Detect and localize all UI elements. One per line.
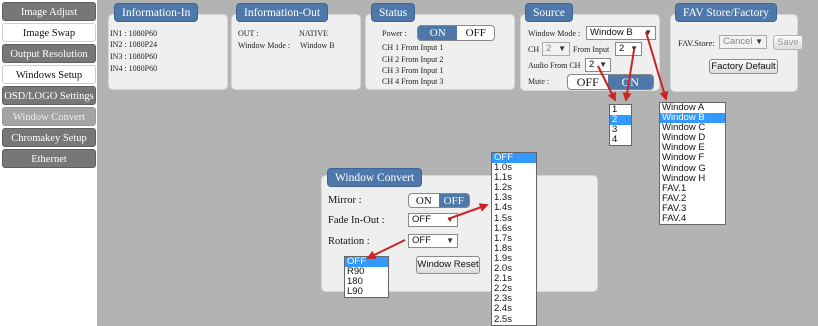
source-window-mode-label: Window Mode : xyxy=(528,29,581,38)
chevron-down-icon: ▼ xyxy=(446,215,454,224)
fav-store-select[interactable]: Cancel ▼ xyxy=(719,35,767,49)
status-line: CH 1 From Input 1 xyxy=(382,43,444,52)
out-value: NATIVE xyxy=(299,29,328,38)
info-in-title: Information-In xyxy=(114,3,199,22)
status-title: Status xyxy=(371,3,416,22)
window-mode-options-list[interactable]: Window A Window B Window C Window D Wind… xyxy=(659,102,726,226)
nav-window-convert[interactable]: Window Convert xyxy=(2,107,96,126)
from-input-select[interactable]: 2 ▼ xyxy=(615,42,642,56)
chevron-down-icon: ▼ xyxy=(558,44,566,53)
info-in-line: IN1 : 1080P60 xyxy=(110,29,158,38)
power-toggle[interactable]: ON OFF xyxy=(417,25,495,41)
mute-label: Mute : xyxy=(528,77,550,86)
factory-default-button[interactable]: Factory Default xyxy=(709,59,778,74)
window-mode-select[interactable]: Window B ▼ xyxy=(586,26,656,40)
rotation-select-value: OFF xyxy=(412,235,431,246)
mirror-on-button[interactable]: ON xyxy=(409,194,439,207)
nav-windows-setup[interactable]: Windows Setup xyxy=(2,65,96,84)
ch-label: CH xyxy=(528,45,540,54)
status-line: CH 4 From Input 3 xyxy=(382,77,444,86)
mirror-toggle[interactable]: ON OFF xyxy=(408,193,470,208)
sidebar: Image Adjust Image Swap Output Resolutio… xyxy=(0,0,97,326)
chevron-down-icon: ▼ xyxy=(599,60,607,69)
nav-osd-logo-settings[interactable]: OSD/LOGO Settings xyxy=(2,86,96,105)
nav-chromakey-setup[interactable]: Chromakey Setup xyxy=(2,128,96,147)
status-line: CH 3 From Input 1 xyxy=(382,66,444,75)
mute-off-button[interactable]: OFF xyxy=(568,75,608,89)
dropdown-option[interactable]: L90 xyxy=(345,287,388,297)
fade-options-list[interactable]: OFF 1.0s 1.1s 1.2s 1.3s 1.4s 1.5s 1.6s 1… xyxy=(491,152,537,326)
fav-title: FAV Store/Factory xyxy=(675,3,777,22)
audio-from-ch-label: Audio From CH xyxy=(528,61,581,70)
fav-save-button[interactable]: Save xyxy=(773,35,803,50)
status-line: CH 2 From Input 2 xyxy=(382,55,444,64)
rotation-options-list[interactable]: OFF R90 180 L90 xyxy=(344,256,389,299)
power-label: Power : xyxy=(382,29,407,38)
dropdown-option[interactable]: 2.5s xyxy=(492,314,536,325)
info-in-line: IN3 : 1080P60 xyxy=(110,52,158,61)
rotation-select[interactable]: OFF ▼ xyxy=(408,234,458,248)
nav-output-resolution[interactable]: Output Resolution xyxy=(2,44,96,63)
fav-store-select-value: Cancel xyxy=(723,36,753,47)
nav-image-swap[interactable]: Image Swap xyxy=(2,23,96,42)
fade-in-out-select[interactable]: OFF ▼ xyxy=(408,213,458,227)
fav-store-label: FAV.Store: xyxy=(678,38,715,48)
dropdown-option[interactable]: FAV.4 xyxy=(660,213,725,224)
window-reset-button[interactable]: Window Reset xyxy=(416,256,480,274)
window-mode-label: Window Mode : xyxy=(238,41,291,50)
chevron-down-icon: ▼ xyxy=(630,44,638,53)
window-mode-value: Window B xyxy=(300,41,335,50)
from-input-select-value: 2 xyxy=(619,43,625,54)
power-on-button[interactable]: ON xyxy=(418,26,458,40)
info-in-line: IN2 : 1080P24 xyxy=(110,40,158,49)
fav-panel xyxy=(670,14,798,92)
from-input-label: From Input xyxy=(573,45,610,54)
mute-toggle[interactable]: OFF ON xyxy=(567,74,654,90)
window-convert-title: Window Convert xyxy=(327,168,423,187)
info-out-title: Information-Out xyxy=(236,3,329,22)
rotation-label: Rotation : xyxy=(328,236,370,247)
fade-select-value: OFF xyxy=(412,214,431,225)
mirror-label: Mirror : xyxy=(328,195,362,206)
dropdown-option[interactable]: 4 xyxy=(610,135,631,145)
nav-image-adjust[interactable]: Image Adjust xyxy=(2,2,96,21)
audio-options-list[interactable]: 1 2 3 4 xyxy=(609,104,632,147)
ch-select-value: 2 xyxy=(546,43,552,54)
chevron-down-icon: ▼ xyxy=(446,236,454,245)
audio-select-value: 2 xyxy=(589,59,595,70)
audio-from-ch-select[interactable]: 2 ▼ xyxy=(585,58,611,72)
mute-on-button[interactable]: ON xyxy=(607,75,653,89)
power-off-button[interactable]: OFF xyxy=(457,26,494,40)
nav-ethernet[interactable]: Ethernet xyxy=(2,149,96,168)
source-title: Source xyxy=(525,3,573,22)
out-label: OUT : xyxy=(238,29,259,38)
chevron-down-icon: ▼ xyxy=(644,28,652,37)
ch-select[interactable]: 2 ▼ xyxy=(542,42,570,56)
window-mode-select-value: Window B xyxy=(590,27,633,38)
mirror-off-button[interactable]: OFF xyxy=(438,194,469,207)
chevron-down-icon: ▼ xyxy=(755,37,763,46)
info-in-line: IN4 : 1080P60 xyxy=(110,64,158,73)
dropdown-option[interactable]: 2.4s xyxy=(492,304,536,314)
fade-in-out-label: Fade In-Out : xyxy=(328,215,385,226)
info-out-panel xyxy=(231,14,361,90)
